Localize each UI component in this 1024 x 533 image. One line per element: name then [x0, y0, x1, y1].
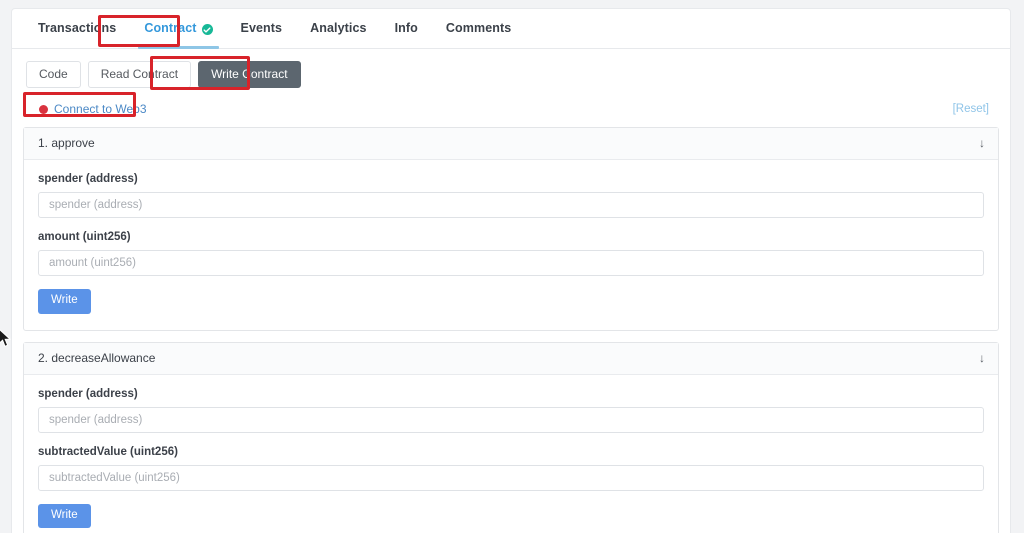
- function-panel-body: spender (address) subtractedValue (uint25…: [24, 375, 998, 533]
- tab-info[interactable]: Info: [381, 9, 432, 48]
- connect-to-web3-button[interactable]: Connect to Web3: [39, 102, 147, 116]
- tab-contract[interactable]: Contract: [130, 9, 226, 49]
- connect-to-web3-label: Connect to Web3: [54, 102, 147, 116]
- tab-label: Contract: [144, 21, 197, 35]
- reset-link[interactable]: [Reset]: [953, 103, 989, 115]
- tab-label: Info: [394, 21, 418, 35]
- tab-label: Comments: [445, 21, 512, 35]
- function-panel: 1. approve ↓ spender (address) amount (uint…: [23, 127, 999, 331]
- write-function-list: 1. approve ↓ spender (address) amount (uint…: [12, 118, 1010, 533]
- write-submit-button[interactable]: Write: [38, 503, 91, 528]
- web3-connect-row: Connect to Web3 [Reset]: [12, 88, 1010, 118]
- subtab-read-contract[interactable]: Read Contract: [87, 61, 192, 88]
- function-name: 1. approve: [38, 136, 95, 150]
- tab-analytics[interactable]: Analytics: [296, 9, 380, 48]
- function-panel: 2. decreaseAllowance ↓ spender (address) su…: [23, 341, 999, 533]
- subtab-code[interactable]: Code: [26, 61, 81, 88]
- verified-check-icon: [201, 24, 213, 36]
- field-label: spender (address): [38, 173, 138, 185]
- field-input[interactable]: [38, 250, 984, 276]
- tab-label: Events: [240, 21, 283, 35]
- tab-events[interactable]: Events: [227, 9, 297, 48]
- write-submit-button[interactable]: Write: [38, 289, 91, 314]
- main-tab-bar: Transactions Contract Events Analytics Info C…: [12, 9, 1010, 49]
- function-panel-header[interactable]: 2. decreaseAllowance ↓: [24, 342, 998, 375]
- connection-status-dot: [39, 104, 48, 114]
- function-name: 2. decreaseAllowance: [38, 350, 156, 365]
- field-input[interactable]: [38, 192, 984, 218]
- tab-label: Analytics: [310, 21, 367, 35]
- field-label: subtractedValue (uint256): [38, 445, 178, 458]
- field-label: spender (address): [38, 387, 138, 400]
- field-input[interactable]: [38, 464, 984, 491]
- page-root: Transactions Contract Events Analytics Info C…: [0, 0, 1024, 533]
- field-input[interactable]: [38, 406, 984, 433]
- tab-comments[interactable]: Comments: [432, 9, 525, 48]
- chevron-down-icon[interactable]: ↓: [979, 352, 985, 364]
- function-panel-body: spender (address) amount (uint256) Write: [24, 160, 998, 330]
- contract-subtab-bar: Code Read Contract Write Contract: [12, 49, 1010, 88]
- chevron-down-icon[interactable]: ↓: [979, 137, 985, 149]
- subtab-write-contract[interactable]: Write Contract: [198, 61, 301, 88]
- mouse-cursor: [0, 328, 12, 353]
- function-panel-header[interactable]: 1. approve ↓: [24, 128, 998, 160]
- tab-transactions[interactable]: Transactions: [24, 9, 130, 48]
- contract-card: Transactions Contract Events Analytics Info C…: [11, 8, 1011, 533]
- field-label: amount (uint256): [38, 231, 131, 243]
- tab-label: Transactions: [38, 21, 117, 35]
